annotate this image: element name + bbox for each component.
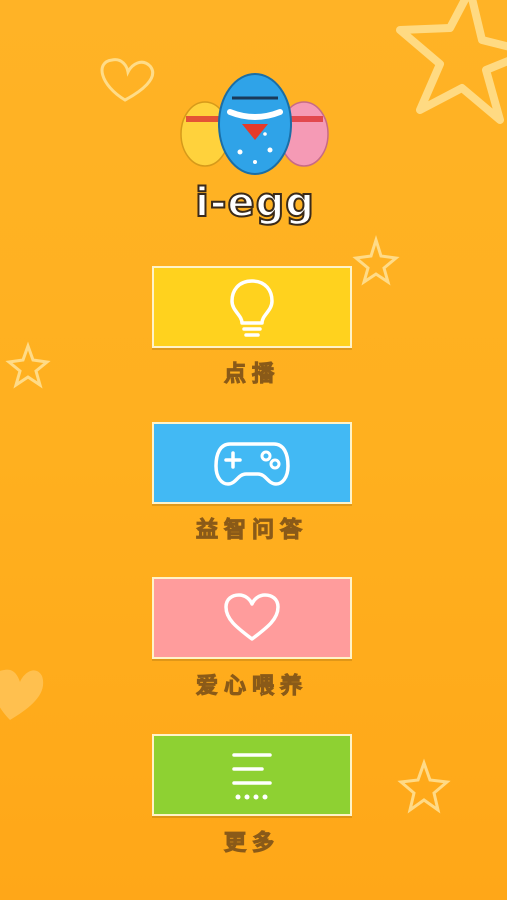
more-button[interactable]	[152, 734, 352, 816]
more-menu-icon	[232, 753, 272, 800]
star-decoration	[396, 0, 507, 124]
egg-mascots-icon	[180, 73, 329, 175]
logo-text: i-egg	[194, 179, 315, 227]
star-decoration	[397, 758, 451, 814]
vod-button[interactable]	[152, 266, 352, 348]
gamepad-icon	[214, 442, 290, 486]
quiz-button[interactable]	[152, 422, 352, 504]
quiz-label: 益智问答	[195, 518, 308, 544]
star-decoration	[5, 341, 51, 389]
heart-icon	[224, 593, 280, 641]
star-decoration	[352, 234, 400, 286]
vod-label: 点播	[223, 362, 280, 388]
heart-decoration	[0, 669, 44, 720]
app-logo: i-egg	[170, 62, 340, 227]
feeding-label: 爱心喂养	[195, 674, 308, 700]
heart-decoration	[100, 58, 154, 102]
lightbulb-icon	[230, 279, 274, 337]
more-label: 更多	[223, 831, 280, 857]
feeding-button[interactable]	[152, 577, 352, 659]
